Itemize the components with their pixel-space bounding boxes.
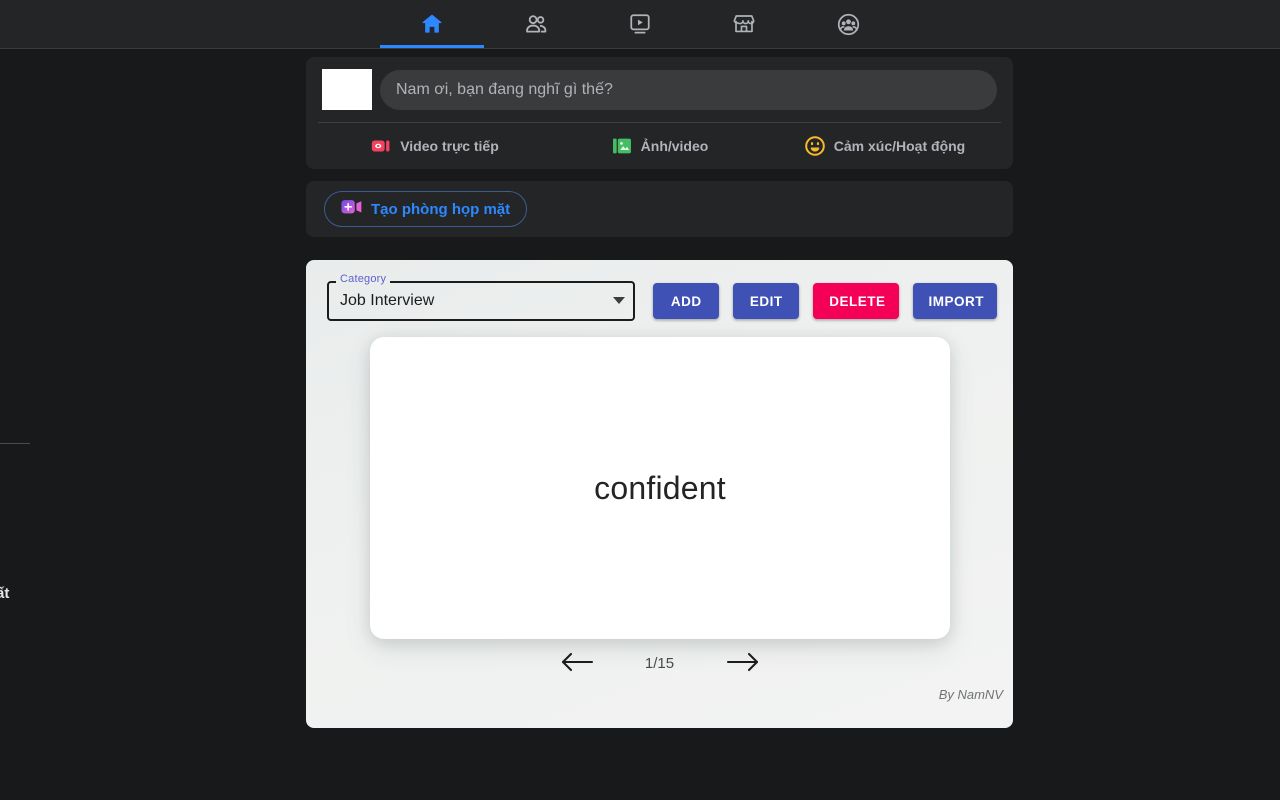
live-video-action[interactable]: Video trực tiếp — [322, 127, 547, 165]
groups-icon — [834, 10, 862, 38]
add-button[interactable]: ADD — [653, 283, 720, 319]
feeling-activity-action[interactable]: Cảm xúc/Hoạt động — [772, 127, 997, 165]
category-select-label: Category — [336, 273, 391, 285]
feed-column: Video trực tiếp Ảnh/video — [306, 57, 1013, 249]
post-composer-card: Video trực tiếp Ảnh/video — [306, 57, 1013, 169]
live-video-icon — [370, 135, 392, 157]
edit-button[interactable]: EDIT — [733, 283, 800, 319]
flashcard-toolbar: Category Job Interview ADD EDIT DELETE I… — [327, 273, 997, 321]
delete-button[interactable]: DELETE — [813, 283, 899, 319]
next-card-button[interactable] — [726, 650, 760, 676]
photo-video-action[interactable]: Ảnh/video — [547, 127, 772, 165]
tab-watch[interactable] — [588, 0, 692, 48]
clipped-background-text: ất — [0, 585, 10, 602]
composer-input[interactable] — [380, 69, 997, 110]
tab-marketplace[interactable] — [692, 0, 796, 48]
feeling-activity-label: Cảm xúc/Hoạt động — [833, 138, 966, 154]
tab-friends[interactable] — [484, 0, 588, 48]
composer-action-row: Video trực tiếp Ảnh/video Cảm xúc/Hoạt đ… — [322, 123, 997, 169]
photo-video-label: Ảnh/video — [640, 138, 709, 154]
create-room-label: Tạo phòng họp mặt — [371, 200, 511, 218]
rooms-card: Tạo phòng họp mặt — [306, 181, 1013, 237]
flashcard-pager: 1/15 — [306, 650, 1013, 676]
watch-icon — [626, 10, 654, 38]
previous-card-button[interactable] — [560, 650, 594, 676]
background-divider-artifact — [0, 443, 30, 444]
live-video-label: Video trực tiếp — [400, 138, 499, 154]
author-credit: By NamNV — [938, 687, 1003, 702]
tab-home[interactable] — [380, 0, 484, 48]
top-navigation-bar — [0, 0, 1280, 49]
tab-groups[interactable] — [796, 0, 900, 48]
category-select[interactable]: Category Job Interview — [327, 273, 636, 321]
arrow-left-icon — [560, 651, 594, 676]
composer-top-row — [322, 69, 997, 122]
home-icon — [418, 10, 446, 38]
create-room-video-icon — [341, 199, 363, 219]
flashcard-app: Category Job Interview ADD EDIT DELETE I… — [306, 260, 1013, 728]
photo-video-icon — [611, 135, 633, 157]
friends-icon — [522, 10, 550, 38]
category-select-value[interactable]: Job Interview — [327, 281, 635, 321]
nav-tab-list — [380, 0, 900, 48]
flashcard[interactable]: confident — [370, 337, 950, 639]
marketplace-icon — [730, 10, 758, 38]
import-button[interactable]: IMPORT — [912, 283, 997, 319]
avatar[interactable] — [322, 69, 372, 110]
flashcard-term: confident — [594, 469, 726, 506]
create-room-button[interactable]: Tạo phòng họp mặt — [324, 191, 528, 227]
page-counter: 1/15 — [644, 654, 675, 672]
arrow-right-icon — [726, 651, 760, 676]
feeling-activity-icon — [804, 135, 826, 157]
